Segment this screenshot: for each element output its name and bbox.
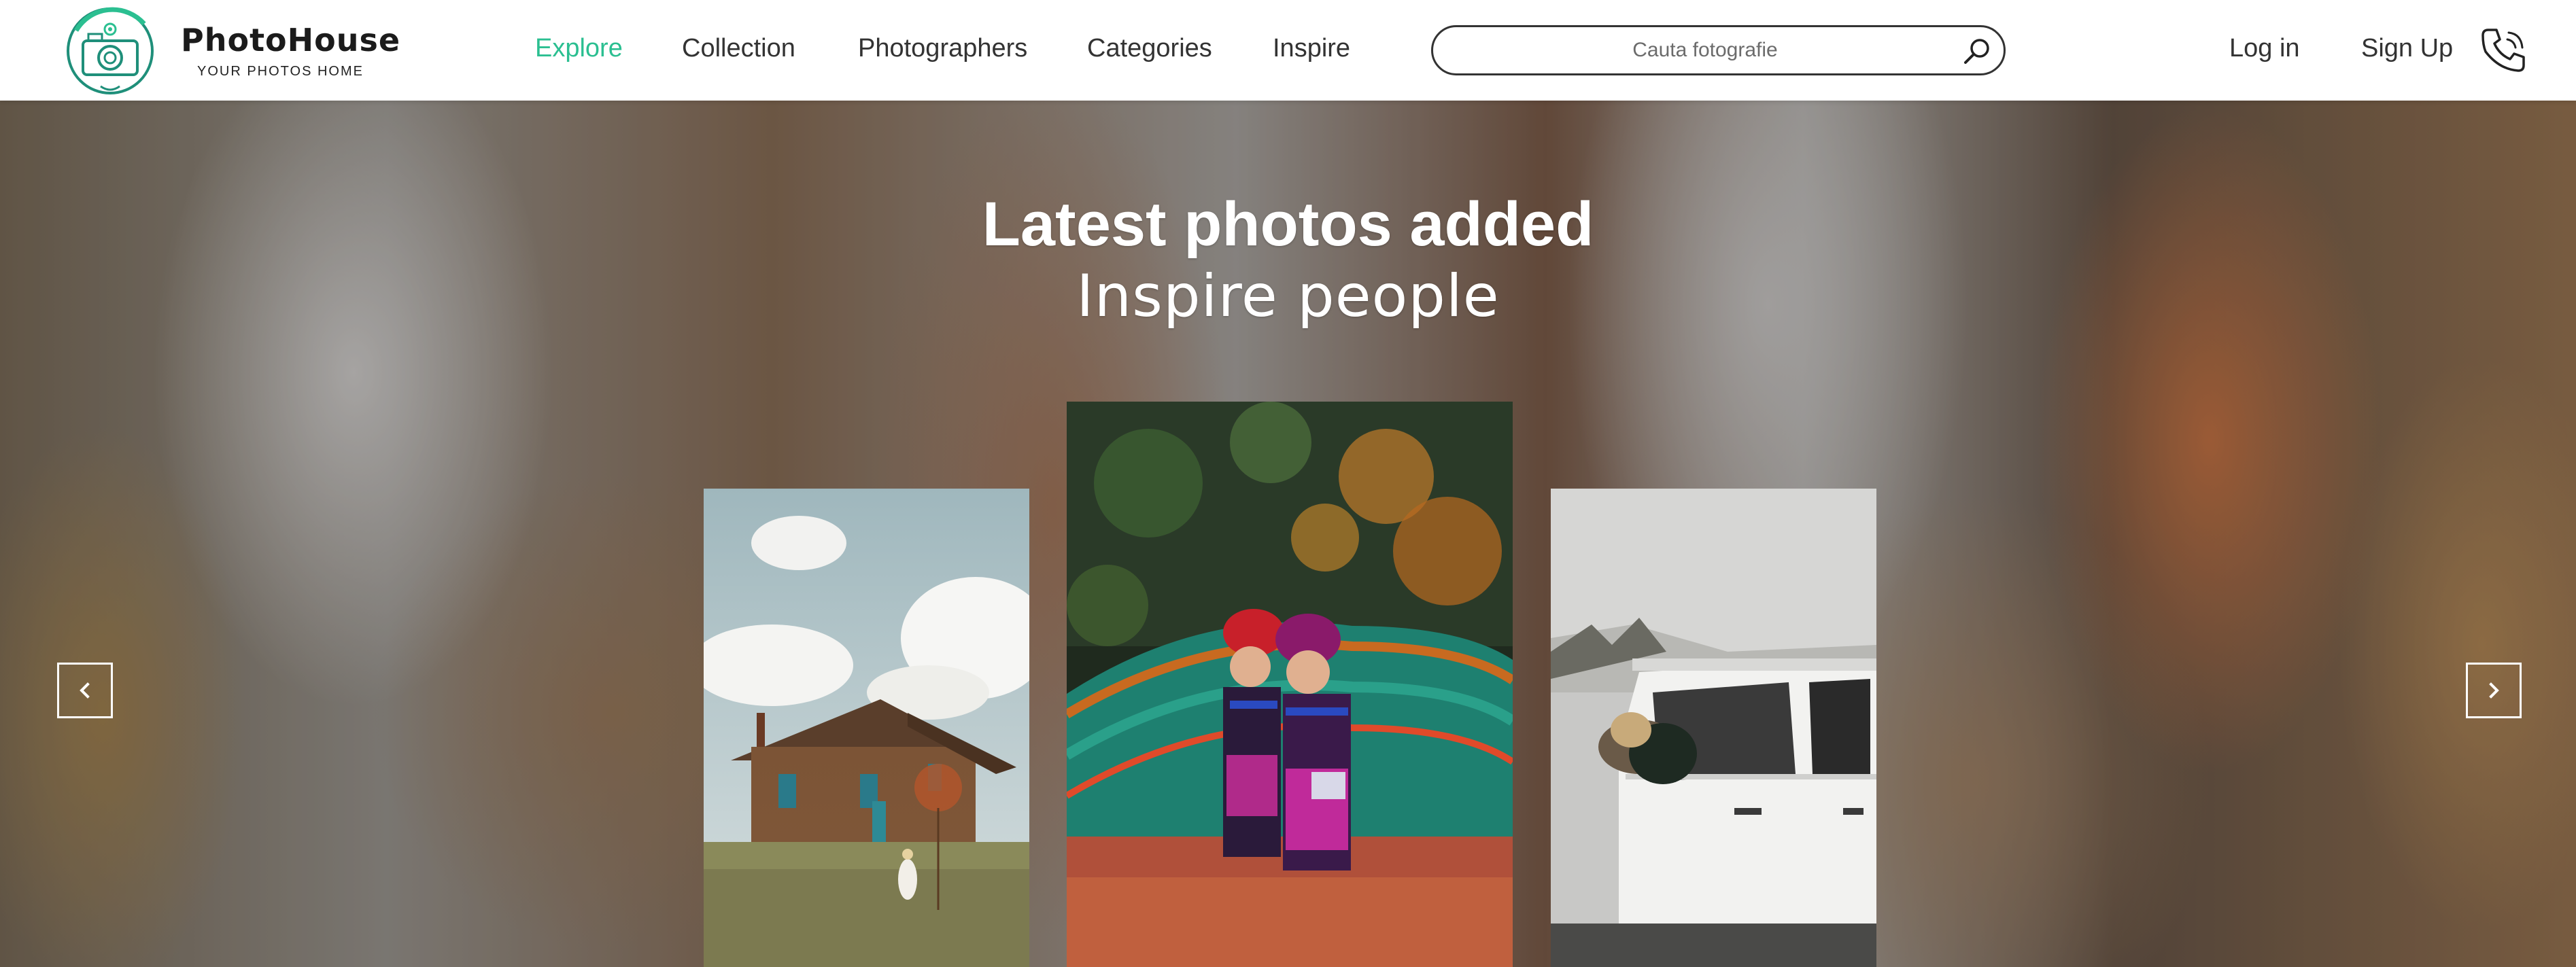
nav-explore[interactable]: Explore — [535, 34, 623, 63]
nav-photographers[interactable]: Photographers — [858, 34, 1027, 63]
signup-link[interactable]: Sign Up — [2361, 34, 2453, 63]
nav-collection[interactable]: Collection — [682, 34, 795, 63]
nav-categories[interactable]: Categories — [1087, 34, 1212, 63]
brand-name: PhotoHouse — [181, 21, 401, 58]
search-icon[interactable] — [1961, 35, 1993, 67]
carousel-photo-cabin[interactable] — [704, 489, 1029, 967]
carousel-next-button[interactable] — [2466, 663, 2522, 718]
search-bar — [1431, 25, 2006, 75]
top-navbar: PhotoHouse YOUR PHOTOS HOME Explore Coll… — [0, 0, 2576, 101]
hero-carousel: Latest photos added Inspire people — [0, 101, 2576, 967]
login-link[interactable]: Log in — [2229, 34, 2300, 63]
search-input[interactable] — [1454, 33, 1957, 68]
chevron-left-icon — [80, 682, 90, 699]
nav-inspire[interactable]: Inspire — [1273, 34, 1350, 63]
brand-logo[interactable]: PhotoHouse YOUR PHOTOS HOME — [56, 0, 400, 101]
carousel-photo-car[interactable] — [1551, 489, 1876, 967]
chevron-right-icon — [2489, 682, 2499, 699]
phone-icon[interactable] — [2479, 24, 2529, 75]
carousel-prev-button[interactable] — [57, 663, 113, 718]
hero-subtitle: Inspire people — [1076, 262, 1500, 330]
camera-logo-icon — [56, 3, 166, 97]
hero-title: Latest photos added — [982, 190, 1594, 259]
brand-tagline: YOUR PHOTOS HOME — [197, 63, 364, 79]
carousel-photo-children[interactable] — [1067, 402, 1513, 967]
